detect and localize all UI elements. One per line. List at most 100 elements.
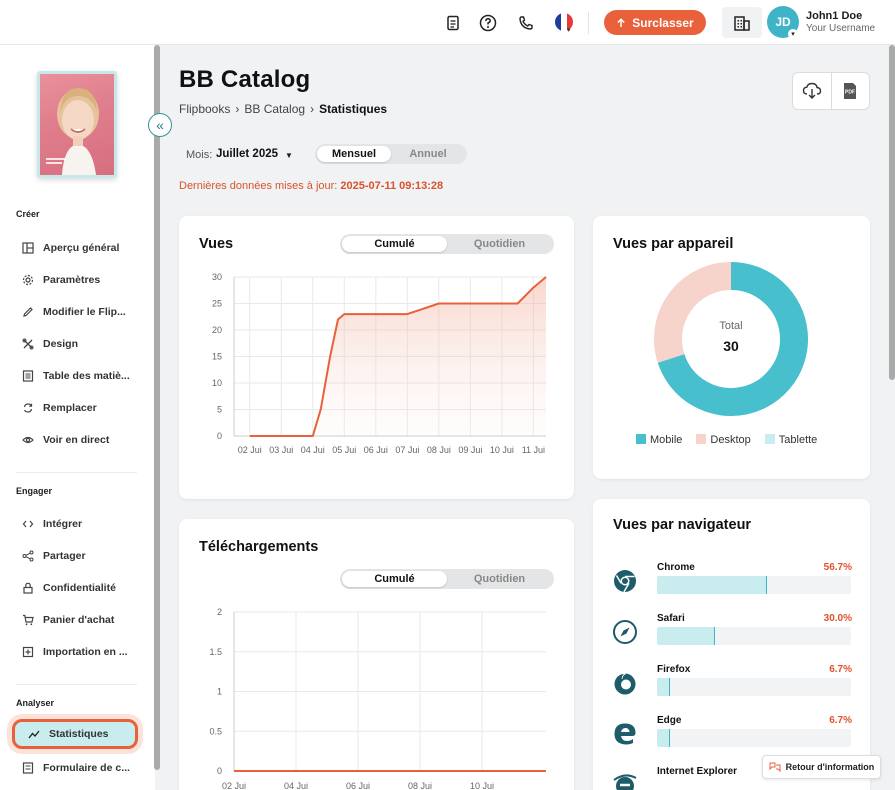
company-building-icon[interactable] — [722, 7, 762, 38]
browser-percent: 6.7% — [829, 664, 852, 675]
downloads-chart: 0 0.5 1 1.5 2 02 Jui 04 Jui 06 Jui 08 Jui 10 Jui — [209, 607, 546, 790]
browser-bar-fill — [657, 729, 670, 747]
sidebar-item-label: Design — [43, 338, 79, 350]
import-icon — [22, 646, 34, 658]
help-icon[interactable] — [477, 12, 499, 34]
donut-total-label: Total — [719, 320, 743, 332]
last-updated-value: 2025-07-11 09:13:28 — [340, 180, 444, 192]
sidebar-item-edit-flipbook[interactable]: Modifier le Flip... — [22, 302, 152, 322]
sidebar-scrollbar[interactable] — [154, 45, 160, 770]
browser-percent: 6.7% — [829, 715, 852, 726]
sidebar-item-label: Paramètres — [43, 274, 101, 286]
legend-item[interactable]: Mobile — [636, 434, 682, 446]
y-tick-label: 1.5 — [209, 647, 222, 657]
sidebar-item-live-view[interactable]: Voir en direct — [22, 430, 152, 450]
upgrade-button[interactable]: Surclasser — [604, 10, 706, 35]
y-tick-label: 0 — [217, 766, 222, 776]
collapse-sidebar-button[interactable]: « — [148, 113, 172, 137]
chrome-icon — [614, 570, 636, 593]
x-tick-label: 06 Jui — [346, 781, 370, 790]
feedback-label: Retour d'information — [785, 762, 875, 772]
export-button-group: PDF — [792, 72, 870, 110]
browser-name: Firefox — [657, 664, 691, 675]
feedback-button[interactable]: Retour d'information — [762, 755, 881, 779]
user-username: Your Username — [806, 23, 876, 34]
sidebar-item-label: Panier d'achat — [43, 614, 115, 626]
y-tick-label: 2 — [217, 607, 222, 617]
sidebar-item-label: Modifier le Flip... — [43, 306, 126, 318]
browser-percent: 56.7% — [823, 562, 852, 573]
sidebar-item-import[interactable]: Importation en ... — [22, 642, 152, 662]
svg-text:PDF: PDF — [845, 90, 855, 96]
top-bar: ▾ Surclasser JD ▾ John1 Doe Your Usernam… — [0, 0, 895, 45]
stats-icon — [28, 728, 40, 740]
last-updated-label: Dernières données mises à jour: — [179, 180, 338, 192]
legend-swatch — [764, 434, 775, 444]
legend-item[interactable]: Desktop — [696, 434, 751, 446]
sidebar-item-label: Confidentialité — [43, 582, 116, 594]
pencil-icon — [22, 306, 34, 318]
browser-name: Chrome — [657, 562, 695, 573]
browser-bar-fill — [657, 678, 670, 696]
document-icon[interactable] — [442, 12, 464, 34]
caret-down-icon[interactable]: ▼ — [285, 151, 293, 160]
arrow-up-icon — [617, 17, 626, 27]
section-label-analyze: Analyser — [16, 698, 55, 708]
x-tick-label: 08 Jui — [427, 445, 451, 455]
sidebar-item-design[interactable]: Design — [22, 334, 152, 354]
browser-bar — [657, 627, 851, 645]
browser-row-chrome: Chrome 56.7% — [612, 562, 852, 602]
legend-swatch — [636, 434, 646, 444]
browser-bar — [657, 576, 851, 594]
breadcrumb-link[interactable]: BB Catalog — [244, 102, 305, 116]
sidebar-item-statistics[interactable]: Statistiques — [12, 719, 138, 749]
sidebar-item-table-of-contents[interactable]: Table des matiè... — [22, 366, 152, 386]
browser-row-edge: Edge 6.7% — [612, 715, 852, 755]
tab-monthly[interactable]: Mensuel — [317, 146, 391, 162]
browser-bar-fill — [657, 627, 716, 645]
sidebar-item-privacy[interactable]: Confidentialité — [22, 578, 152, 598]
browser-bar-fill — [657, 576, 767, 594]
safari-icon — [613, 620, 637, 644]
sidebar-item-label: Table des matiè... — [43, 370, 130, 382]
y-tick-label: 30 — [212, 272, 222, 282]
x-tick-label: 05 Jui — [332, 445, 356, 455]
chevron-down-icon: ▾ — [567, 27, 571, 34]
legend-swatch — [696, 434, 707, 444]
breadcrumb-current: Statistiques — [319, 102, 388, 116]
breadcrumb: Flipbooks › BB Catalog › Statistiques — [179, 102, 387, 116]
layout-icon — [22, 242, 34, 254]
firefox-icon — [614, 673, 636, 695]
sidebar-item-label: Remplacer — [43, 402, 97, 414]
browser-title: Vues par navigateur — [613, 517, 752, 533]
browser-name: Safari — [657, 613, 685, 624]
legend-item[interactable]: Tablette — [764, 434, 817, 446]
sidebar-item-embed[interactable]: Intégrer — [22, 514, 152, 534]
sidebar-item-shopping-cart[interactable]: Panier d'achat — [22, 610, 152, 630]
download-cloud-icon[interactable] — [793, 73, 832, 109]
pdf-icon[interactable]: PDF — [832, 73, 870, 109]
y-tick-label: 1 — [217, 687, 222, 697]
phone-icon[interactable] — [515, 12, 537, 34]
browser-row-firefox: Firefox 6.7% — [612, 664, 852, 704]
month-select[interactable]: Juillet 2025 — [216, 148, 278, 160]
upgrade-label: Surclasser — [632, 15, 694, 30]
sidebar-item-share[interactable]: Partager — [22, 546, 152, 566]
sidebar-item-label: Importation en ... — [43, 646, 128, 658]
eye-icon — [22, 434, 34, 446]
sidebar-item-replace[interactable]: Remplacer — [22, 398, 152, 418]
x-tick-label: 11 Jui — [522, 445, 545, 455]
x-tick-label: 04 Jui — [284, 781, 308, 790]
y-tick-label: 15 — [212, 352, 222, 362]
sidebar-item-settings[interactable]: Paramètres — [22, 270, 152, 290]
x-tick-label: 02 Jui — [222, 781, 246, 790]
main-scrollbar[interactable] — [889, 45, 895, 380]
tab-yearly[interactable]: Annuel — [391, 146, 465, 162]
divider — [588, 12, 589, 34]
sidebar-item-label: Aperçu général — [43, 242, 120, 254]
sidebar-item-form[interactable]: Formulaire de c... — [22, 758, 152, 778]
breadcrumb-link[interactable]: Flipbooks — [179, 102, 230, 116]
sidebar-item-label: Intégrer — [43, 518, 83, 530]
flipbook-cover-thumbnail[interactable] — [37, 71, 117, 178]
sidebar-item-overview[interactable]: Aperçu général — [22, 238, 152, 258]
